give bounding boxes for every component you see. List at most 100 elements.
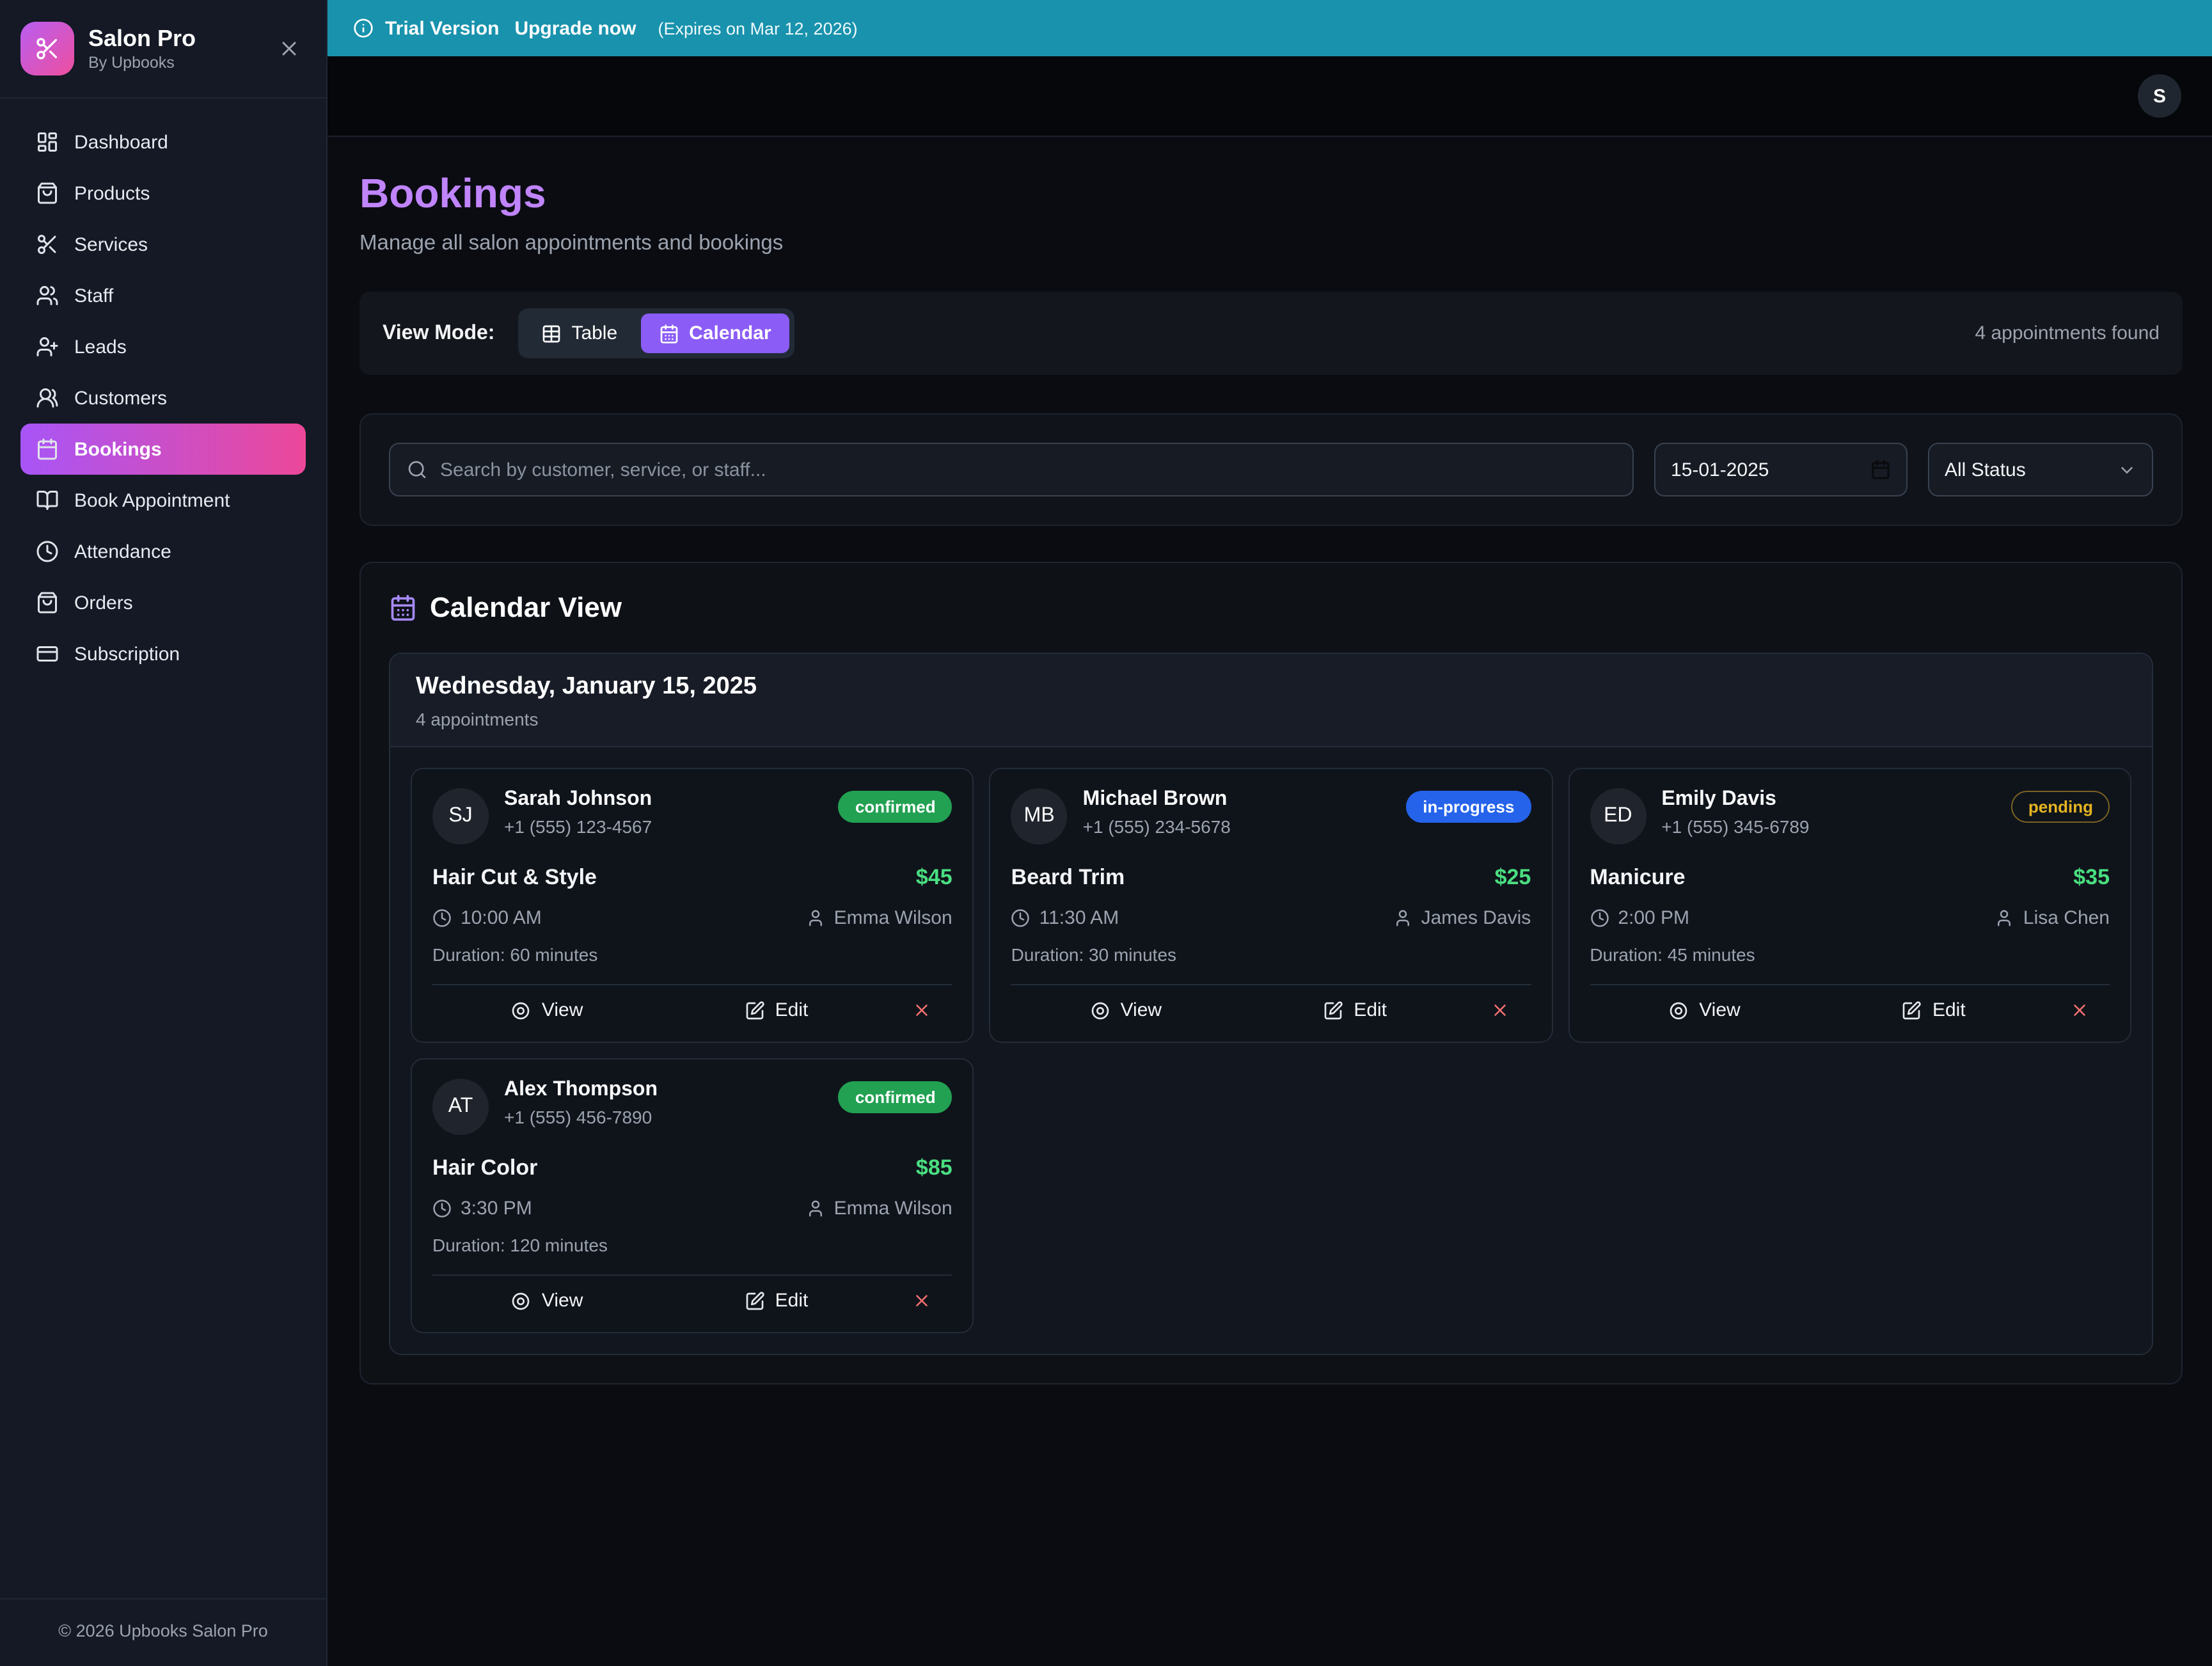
service-name: Hair Cut & Style xyxy=(432,865,597,891)
calendar-view-button[interactable]: Calendar xyxy=(640,313,789,353)
clock-icon xyxy=(432,908,452,928)
sidebar-item-label: Orders xyxy=(74,592,133,614)
sidebar-item-orders[interactable]: Orders xyxy=(20,577,306,628)
user-plus-icon xyxy=(36,335,59,358)
sidebar-item-bookings[interactable]: Bookings xyxy=(20,424,306,475)
sidebar-item-customers[interactable]: Customers xyxy=(20,372,306,424)
appointment-card: SJ Sarah Johnson +1 (555) 123-4567 confi… xyxy=(411,768,974,1043)
credit-card-icon xyxy=(36,642,59,665)
sidebar-item-services[interactable]: Services xyxy=(20,219,306,270)
view-button[interactable]: View xyxy=(432,999,661,1021)
view-icon xyxy=(511,1000,532,1020)
appointment-card: MB Michael Brown +1 (555) 234-5678 in-pr… xyxy=(990,768,1553,1043)
search-input[interactable] xyxy=(440,459,1616,480)
calendar-section-header: Calendar View xyxy=(389,591,2153,624)
clock-icon xyxy=(36,540,59,563)
day-header: Wednesday, January 15, 2025 4 appointmen… xyxy=(390,654,2152,747)
calendar-icon xyxy=(36,438,59,461)
book-open-icon xyxy=(36,489,59,512)
day-title: Wednesday, January 15, 2025 xyxy=(416,673,2126,701)
sidebar-item-label: Subscription xyxy=(74,643,180,665)
edit-button[interactable]: Edit xyxy=(661,1290,890,1312)
appointment-time: 10:00 AM xyxy=(461,907,542,929)
edit-button[interactable]: Edit xyxy=(1240,999,1469,1021)
service-name: Beard Trim xyxy=(1011,865,1125,891)
card-actions: View Edit xyxy=(432,984,952,1029)
sidebar-item-book-appointment[interactable]: Book Appointment xyxy=(20,475,306,526)
x-icon xyxy=(912,1291,931,1310)
customer-name: Emily Davis xyxy=(1661,788,2012,811)
status-filter-select[interactable]: All Status xyxy=(1928,443,2153,496)
card-actions: View Edit xyxy=(432,1274,952,1319)
cancel-button[interactable] xyxy=(891,1291,952,1310)
shopping-bag-icon xyxy=(36,182,59,205)
sidebar-item-label: Services xyxy=(74,234,148,255)
scissors-icon xyxy=(36,233,59,256)
clock-icon xyxy=(1590,908,1609,928)
user-icon xyxy=(806,1199,825,1218)
view-mode-label: View Mode: xyxy=(383,322,494,345)
view-label: View xyxy=(1699,999,1741,1021)
calendar-days-icon xyxy=(658,323,679,344)
appointment-card: ED Emily Davis +1 (555) 345-6789 pending… xyxy=(1568,768,2131,1043)
view-label: View xyxy=(542,999,583,1021)
calendar-days-icon xyxy=(389,594,417,622)
appointment-duration: Duration: 45 minutes xyxy=(1590,944,2110,965)
sidebar-item-subscription[interactable]: Subscription xyxy=(20,628,306,679)
view-button[interactable]: View xyxy=(432,1290,661,1312)
customer-name: Michael Brown xyxy=(1083,788,1407,811)
sidebar-item-label: Attendance xyxy=(74,541,171,562)
view-mode-bar: View Mode: Table Calendar 4 appointments… xyxy=(359,292,2183,375)
upgrade-now-link[interactable]: Upgrade now xyxy=(514,17,636,39)
sidebar-item-label: Dashboard xyxy=(74,131,168,153)
shopping-bag-icon xyxy=(36,591,59,614)
customer-avatar: ED xyxy=(1590,788,1646,845)
staff-name: Emma Wilson xyxy=(834,1198,952,1219)
sidebar-item-label: Customers xyxy=(74,387,167,409)
status-badge: in-progress xyxy=(1406,791,1531,823)
search-icon xyxy=(407,459,427,480)
sidebar-item-staff[interactable]: Staff xyxy=(20,270,306,321)
sidebar-item-dashboard[interactable]: Dashboard xyxy=(20,116,306,168)
appointment-card: AT Alex Thompson +1 (555) 456-7890 confi… xyxy=(411,1058,974,1333)
view-label: View xyxy=(1121,999,1162,1021)
service-name: Hair Color xyxy=(432,1155,537,1181)
sidebar: Salon Pro By Upbooks Dashboard Products … xyxy=(0,0,328,1666)
calendar-indicator-icon xyxy=(1870,459,1891,480)
user-avatar[interactable]: S xyxy=(2138,74,2181,118)
staff-name: James Davis xyxy=(1421,907,1531,929)
sidebar-item-attendance[interactable]: Attendance xyxy=(20,526,306,577)
customer-phone: +1 (555) 123-4567 xyxy=(504,816,839,837)
dashboard-icon xyxy=(36,131,59,154)
sidebar-item-leads[interactable]: Leads xyxy=(20,321,306,372)
cancel-button[interactable] xyxy=(2048,1001,2110,1020)
page-title: Bookings xyxy=(359,170,2183,218)
table-icon xyxy=(541,323,561,344)
user-icon xyxy=(806,908,825,928)
x-icon xyxy=(2069,1001,2089,1020)
sidebar-close-icon[interactable] xyxy=(273,32,306,65)
view-button[interactable]: View xyxy=(1590,999,1819,1021)
edit-button[interactable]: Edit xyxy=(661,999,890,1021)
appointment-duration: Duration: 30 minutes xyxy=(1011,944,1531,965)
app-title: Salon Pro xyxy=(88,25,258,51)
scissors-icon xyxy=(35,36,60,61)
sidebar-item-products[interactable]: Products xyxy=(20,168,306,219)
date-picker[interactable]: 15-01-2025 xyxy=(1654,443,1908,496)
edit-label: Edit xyxy=(775,1290,809,1312)
users-icon xyxy=(36,284,59,307)
status-badge: confirmed xyxy=(839,791,952,823)
appointment-time: 2:00 PM xyxy=(1618,907,1689,929)
day-panel: Wednesday, January 15, 2025 4 appointmen… xyxy=(389,653,2153,1355)
results-count: 4 appointments found xyxy=(1975,322,2160,344)
table-view-button[interactable]: Table xyxy=(523,313,635,353)
clock-icon xyxy=(432,1199,452,1218)
cancel-button[interactable] xyxy=(891,1001,952,1020)
edit-icon xyxy=(1902,1000,1922,1020)
table-view-label: Table xyxy=(571,322,617,344)
trial-banner: Trial Version Upgrade now (Expires on Ma… xyxy=(328,0,2212,56)
cancel-button[interactable] xyxy=(1469,1001,1531,1020)
view-button[interactable]: View xyxy=(1011,999,1240,1021)
users-round-icon xyxy=(36,386,59,409)
edit-button[interactable]: Edit xyxy=(1819,999,2048,1021)
